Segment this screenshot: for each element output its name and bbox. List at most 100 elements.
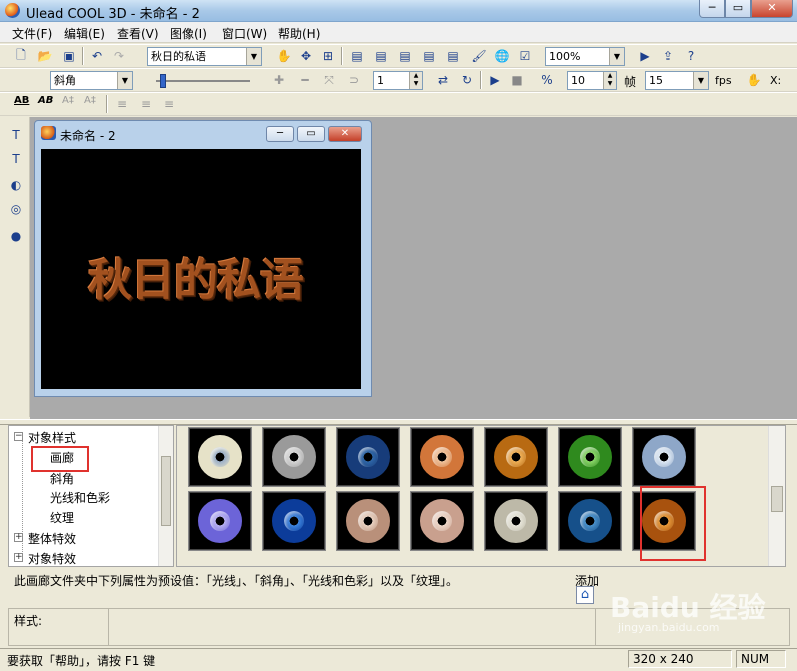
gallery-thumb[interactable] (410, 491, 474, 551)
view-front-icon[interactable]: ▤ (348, 47, 366, 65)
zoom-combo[interactable]: 100% ▼ (545, 47, 625, 66)
gallery-thumb[interactable] (336, 427, 400, 487)
tree-item-object-effects[interactable]: 对象特效 (28, 550, 76, 567)
gallery-thumb[interactable] (484, 427, 548, 487)
edit-text-icon[interactable]: T (7, 150, 25, 168)
resize-object-icon[interactable]: ⊞ (319, 47, 337, 65)
new-file-icon[interactable]: 🗋 (12, 47, 30, 65)
gallery-thumb[interactable] (336, 491, 400, 551)
minimize-button[interactable]: ─ (699, 0, 725, 18)
move-hand-icon[interactable]: ✋ (275, 47, 293, 65)
menu-image[interactable]: 图像(I) (170, 25, 207, 42)
context-help-icon[interactable]: ? (682, 47, 700, 65)
status-canvas-size: 320 x 240 (628, 650, 732, 668)
menu-window[interactable]: 窗口(W) (222, 25, 267, 42)
tree-toggle-expand[interactable]: + (14, 553, 23, 562)
remove-keyframe-icon[interactable]: ━ (296, 71, 314, 89)
reverse-icon[interactable]: ⊃ (345, 71, 363, 89)
tree-scroll-thumb[interactable] (161, 456, 171, 526)
spin-arrows[interactable]: ▲ ▼ (603, 72, 616, 89)
text-italic-ab-icon[interactable]: AB (38, 95, 53, 106)
document-minimize-button[interactable]: ─ (266, 126, 294, 142)
align-center-icon[interactable]: ≡ (137, 95, 155, 113)
menu-edit[interactable]: 编辑(E) (64, 25, 105, 42)
insert-text-icon[interactable]: T (7, 126, 25, 144)
3d-text-object[interactable]: 秋日的私语 (88, 244, 304, 308)
gallery-thumb[interactable] (188, 427, 252, 487)
frames-value: 10 (571, 74, 585, 87)
split-icon[interactable]: ⤧ (320, 71, 338, 89)
save-icon[interactable]: ▣ (60, 47, 78, 65)
export-icon[interactable]: ⇪ (659, 47, 677, 65)
insert-shape-icon[interactable]: ◐ (7, 176, 25, 194)
gallery-thumb[interactable] (262, 427, 326, 487)
frame-spin[interactable]: 1 ▲ ▼ (373, 71, 423, 90)
redo-icon[interactable]: ↷ (110, 47, 128, 65)
text-line-spacing-icon[interactable]: A‡ (84, 95, 96, 106)
close-button[interactable]: ✕ (751, 0, 793, 18)
watermark-url: jingyan.baidu.com (618, 621, 720, 634)
gallery-thumb[interactable] (632, 427, 696, 487)
gallery-thumb[interactable] (484, 491, 548, 551)
gallery-thumb[interactable] (410, 427, 474, 487)
add-to-gallery-icon[interactable]: ⌂ (576, 586, 594, 604)
maximize-button[interactable]: ▭ (725, 0, 751, 18)
tree-item-global-effects[interactable]: 整体特效 (28, 530, 76, 547)
render-icon[interactable]: ▶ (636, 47, 654, 65)
pan-hand-icon[interactable]: ✋ (745, 71, 763, 89)
chevron-down-icon: ▼ (609, 48, 624, 65)
align-left-icon[interactable]: ≡ (113, 95, 131, 113)
document-close-button[interactable]: ✕ (328, 126, 362, 142)
play-icon[interactable]: ▶ (486, 71, 504, 89)
slider-thumb[interactable] (160, 74, 166, 88)
text-spacing-icon[interactable]: A‡ (62, 95, 74, 106)
tree-item-light-color[interactable]: 光线和色彩 (50, 489, 110, 506)
tree-scrollbar[interactable] (158, 426, 173, 566)
fps-combo[interactable]: 15 ▼ (645, 71, 709, 90)
tree-item-object-style[interactable]: 对象样式 (28, 429, 76, 446)
attribute-combo[interactable]: 斜角 ▼ (50, 71, 133, 90)
document-maximize-button[interactable]: ▭ (297, 126, 325, 142)
add-keyframe-icon[interactable]: ✚ (270, 71, 288, 89)
tree-toggle-expand[interactable]: + (14, 533, 23, 542)
menu-file[interactable]: 文件(F) (12, 25, 52, 42)
frames-spin[interactable]: 10 ▲ ▼ (567, 71, 617, 90)
torus-preview-icon (568, 499, 612, 543)
paint-icon[interactable]: 🖌 (470, 47, 488, 65)
fps-label: fps (715, 74, 732, 87)
stop-icon[interactable]: ■ (508, 71, 526, 89)
menu-help[interactable]: 帮助(H) (278, 25, 320, 42)
tree-item-texture[interactable]: 纹理 (50, 509, 74, 526)
edit-shape-icon[interactable]: ◎ (7, 200, 25, 218)
view-side-icon[interactable]: ▤ (396, 47, 414, 65)
document-icon (41, 126, 56, 140)
rotate-object-icon[interactable]: ✥ (297, 47, 315, 65)
pingpong-icon[interactable]: ↻ (458, 71, 476, 89)
view-back-icon[interactable]: ▤ (420, 47, 438, 65)
text-style-ab-icon[interactable]: AB (14, 95, 29, 106)
tree-toggle-collapse[interactable]: − (14, 432, 23, 441)
check-icon[interactable]: ☑ (516, 47, 534, 65)
spin-arrows[interactable]: ▲ ▼ (409, 72, 422, 89)
open-folder-icon[interactable]: 📂 (36, 47, 54, 65)
align-right-icon[interactable]: ≡ (160, 95, 178, 113)
insert-geometry-icon[interactable]: ● (7, 227, 25, 245)
loop-icon[interactable]: ⇄ (434, 71, 452, 89)
gallery-scroll-thumb[interactable] (771, 486, 783, 512)
view-top-icon[interactable]: ▤ (372, 47, 390, 65)
menu-view[interactable]: 查看(V) (117, 25, 159, 42)
percent-icon[interactable]: % (538, 71, 556, 89)
gallery-thumb[interactable] (262, 491, 326, 551)
timeline-slider[interactable] (148, 72, 258, 90)
text-object-combo[interactable]: 秋日的私语 ▼ (147, 47, 262, 66)
gallery-thumb[interactable] (558, 491, 622, 551)
undo-icon[interactable]: ↶ (88, 47, 106, 65)
gallery-thumb[interactable] (188, 491, 252, 551)
gallery-thumb[interactable] (558, 427, 622, 487)
tree-item-bevel[interactable]: 斜角 (50, 470, 74, 487)
app-icon[interactable] (5, 3, 20, 18)
window-title: Ulead COOL 3D - 未命名 - 2 (26, 7, 200, 22)
view-bottom-icon[interactable]: ▤ (444, 47, 462, 65)
gallery-scrollbar[interactable] (768, 426, 785, 566)
globe-icon[interactable]: 🌐 (493, 47, 511, 65)
